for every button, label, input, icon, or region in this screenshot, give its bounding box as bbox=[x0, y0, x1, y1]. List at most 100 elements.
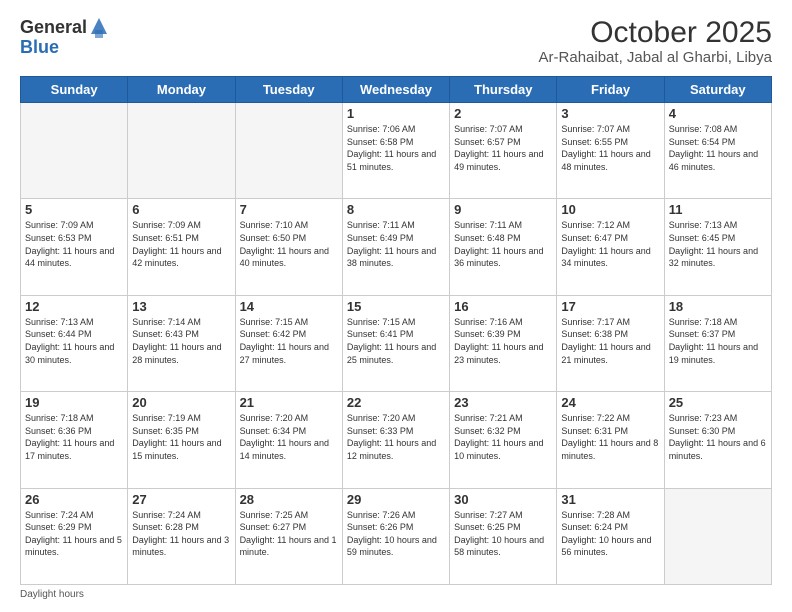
calendar-cell: 22 Sunrise: 7:20 AM Sunset: 6:33 PM Dayli… bbox=[342, 392, 449, 488]
col-friday: Friday bbox=[557, 77, 664, 103]
day-number: 16 bbox=[454, 299, 552, 314]
calendar-cell: 29Sunrise: 7:26 AM Sunset: 6:26 PM Dayli… bbox=[342, 488, 449, 584]
calendar-cell: 15Sunrise: 7:15 AM Sunset: 6:41 PM Dayli… bbox=[342, 295, 449, 391]
calendar-cell: 23Sunrise: 7:21 AM Sunset: 6:32 PM Dayli… bbox=[450, 392, 557, 488]
col-saturday: Saturday bbox=[664, 77, 771, 103]
calendar-week-1: 1 Sunrise: 7:06 AM Sunset: 6:58 PM Daylig… bbox=[21, 103, 772, 199]
calendar-cell: 9 Sunrise: 7:11 AM Sunset: 6:48 PM Daylig… bbox=[450, 199, 557, 295]
day-info: Sunrise: 7:06 AM Sunset: 6:58 PM Dayligh… bbox=[347, 123, 445, 173]
title-block: October 2025 Ar-Rahaibat, Jabal al Gharb… bbox=[539, 16, 772, 66]
day-info: Sunrise: 7:16 AM Sunset: 6:39 PM Dayligh… bbox=[454, 316, 552, 366]
day-number: 27 bbox=[132, 492, 230, 507]
page-title: October 2025 bbox=[539, 16, 772, 49]
calendar-cell: 31Sunrise: 7:28 AM Sunset: 6:24 PM Dayli… bbox=[557, 488, 664, 584]
day-info: Sunrise: 7:25 AM Sunset: 6:27 PM Dayligh… bbox=[240, 509, 338, 559]
calendar-cell: 20 Sunrise: 7:19 AM Sunset: 6:35 PM Dayli… bbox=[128, 392, 235, 488]
day-info: Sunrise: 7:22 AM Sunset: 6:31 PM Dayligh… bbox=[561, 412, 659, 462]
day-info: Sunrise: 7:23 AM Sunset: 6:30 PM Dayligh… bbox=[669, 412, 767, 462]
day-info: Sunrise: 7:18 AM Sunset: 6:36 PM Dayligh… bbox=[25, 412, 123, 462]
day-info: Sunrise: 7:09 AM Sunset: 6:53 PM Dayligh… bbox=[25, 219, 123, 269]
day-info: Sunrise: 7:18 AM Sunset: 6:37 PM Dayligh… bbox=[669, 316, 767, 366]
day-number: 7 bbox=[240, 202, 338, 217]
day-number: 3 bbox=[561, 106, 659, 121]
calendar-cell: 19 Sunrise: 7:18 AM Sunset: 6:36 PM Dayli… bbox=[21, 392, 128, 488]
day-number: 4 bbox=[669, 106, 767, 121]
calendar-cell: 2Sunrise: 7:07 AM Sunset: 6:57 PM Daylig… bbox=[450, 103, 557, 199]
col-tuesday: Tuesday bbox=[235, 77, 342, 103]
day-number: 9 bbox=[454, 202, 552, 217]
day-info: Sunrise: 7:12 AM Sunset: 6:47 PM Dayligh… bbox=[561, 219, 659, 269]
calendar-cell bbox=[235, 103, 342, 199]
day-number: 28 bbox=[240, 492, 338, 507]
day-info: Sunrise: 7:20 AM Sunset: 6:34 PM Dayligh… bbox=[240, 412, 338, 462]
logo-general-text: General bbox=[20, 18, 87, 36]
day-number: 20 bbox=[132, 395, 230, 410]
day-number: 15 bbox=[347, 299, 445, 314]
day-number: 13 bbox=[132, 299, 230, 314]
calendar-cell bbox=[664, 488, 771, 584]
day-info: Sunrise: 7:17 AM Sunset: 6:38 PM Dayligh… bbox=[561, 316, 659, 366]
day-info: Sunrise: 7:24 AM Sunset: 6:28 PM Dayligh… bbox=[132, 509, 230, 559]
day-number: 22 bbox=[347, 395, 445, 410]
day-info: Sunrise: 7:19 AM Sunset: 6:35 PM Dayligh… bbox=[132, 412, 230, 462]
calendar-cell bbox=[21, 103, 128, 199]
calendar-cell: 21 Sunrise: 7:20 AM Sunset: 6:34 PM Dayli… bbox=[235, 392, 342, 488]
calendar-cell: 18 Sunrise: 7:18 AM Sunset: 6:37 PM Dayli… bbox=[664, 295, 771, 391]
day-info: Sunrise: 7:27 AM Sunset: 6:25 PM Dayligh… bbox=[454, 509, 552, 559]
day-number: 21 bbox=[240, 395, 338, 410]
footer-note: Daylight hours bbox=[20, 589, 772, 600]
calendar-week-5: 26 Sunrise: 7:24 AM Sunset: 6:29 PM Dayli… bbox=[21, 488, 772, 584]
day-number: 26 bbox=[25, 492, 123, 507]
day-number: 24 bbox=[561, 395, 659, 410]
calendar-cell: 30 Sunrise: 7:27 AM Sunset: 6:25 PM Dayli… bbox=[450, 488, 557, 584]
logo-icon bbox=[89, 16, 109, 38]
day-number: 23 bbox=[454, 395, 552, 410]
calendar-cell: 26 Sunrise: 7:24 AM Sunset: 6:29 PM Dayli… bbox=[21, 488, 128, 584]
day-number: 30 bbox=[454, 492, 552, 507]
page: General Blue October 2025 Ar-Rahaibat, J… bbox=[0, 0, 792, 612]
calendar-cell: 8 Sunrise: 7:11 AM Sunset: 6:49 PM Daylig… bbox=[342, 199, 449, 295]
day-info: Sunrise: 7:09 AM Sunset: 6:51 PM Dayligh… bbox=[132, 219, 230, 269]
calendar-table: Sunday Monday Tuesday Wednesday Thursday… bbox=[20, 76, 772, 585]
logo-blue-text: Blue bbox=[20, 38, 59, 56]
day-number: 10 bbox=[561, 202, 659, 217]
calendar-cell: 16 Sunrise: 7:16 AM Sunset: 6:39 PM Dayli… bbox=[450, 295, 557, 391]
day-info: Sunrise: 7:14 AM Sunset: 6:43 PM Dayligh… bbox=[132, 316, 230, 366]
day-info: Sunrise: 7:11 AM Sunset: 6:48 PM Dayligh… bbox=[454, 219, 552, 269]
day-number: 5 bbox=[25, 202, 123, 217]
calendar-cell: 10 Sunrise: 7:12 AM Sunset: 6:47 PM Dayli… bbox=[557, 199, 664, 295]
day-info: Sunrise: 7:07 AM Sunset: 6:55 PM Dayligh… bbox=[561, 123, 659, 173]
day-info: Sunrise: 7:20 AM Sunset: 6:33 PM Dayligh… bbox=[347, 412, 445, 462]
calendar-cell: 7Sunrise: 7:10 AM Sunset: 6:50 PM Daylig… bbox=[235, 199, 342, 295]
day-number: 31 bbox=[561, 492, 659, 507]
calendar-cell: 6Sunrise: 7:09 AM Sunset: 6:51 PM Daylig… bbox=[128, 199, 235, 295]
day-number: 18 bbox=[669, 299, 767, 314]
page-subtitle: Ar-Rahaibat, Jabal al Gharbi, Libya bbox=[539, 49, 772, 66]
col-wednesday: Wednesday bbox=[342, 77, 449, 103]
day-info: Sunrise: 7:24 AM Sunset: 6:29 PM Dayligh… bbox=[25, 509, 123, 559]
calendar-week-4: 19 Sunrise: 7:18 AM Sunset: 6:36 PM Dayli… bbox=[21, 392, 772, 488]
day-info: Sunrise: 7:13 AM Sunset: 6:45 PM Dayligh… bbox=[669, 219, 767, 269]
calendar-week-3: 12Sunrise: 7:13 AM Sunset: 6:44 PM Dayli… bbox=[21, 295, 772, 391]
calendar-cell: 27 Sunrise: 7:24 AM Sunset: 6:28 PM Dayli… bbox=[128, 488, 235, 584]
calendar-cell: 4Sunrise: 7:08 AM Sunset: 6:54 PM Daylig… bbox=[664, 103, 771, 199]
day-info: Sunrise: 7:15 AM Sunset: 6:42 PM Dayligh… bbox=[240, 316, 338, 366]
calendar-cell bbox=[128, 103, 235, 199]
calendar-cell: 1 Sunrise: 7:06 AM Sunset: 6:58 PM Daylig… bbox=[342, 103, 449, 199]
day-info: Sunrise: 7:11 AM Sunset: 6:49 PM Dayligh… bbox=[347, 219, 445, 269]
calendar-header-row: Sunday Monday Tuesday Wednesday Thursday… bbox=[21, 77, 772, 103]
calendar-cell: 24 Sunrise: 7:22 AM Sunset: 6:31 PM Dayli… bbox=[557, 392, 664, 488]
day-number: 1 bbox=[347, 106, 445, 121]
col-monday: Monday bbox=[128, 77, 235, 103]
calendar-week-2: 5 Sunrise: 7:09 AM Sunset: 6:53 PM Daylig… bbox=[21, 199, 772, 295]
day-number: 19 bbox=[25, 395, 123, 410]
day-number: 17 bbox=[561, 299, 659, 314]
col-sunday: Sunday bbox=[21, 77, 128, 103]
day-number: 2 bbox=[454, 106, 552, 121]
col-thursday: Thursday bbox=[450, 77, 557, 103]
calendar-cell: 3 Sunrise: 7:07 AM Sunset: 6:55 PM Daylig… bbox=[557, 103, 664, 199]
logo: General Blue bbox=[20, 16, 109, 56]
calendar-cell: 5 Sunrise: 7:09 AM Sunset: 6:53 PM Daylig… bbox=[21, 199, 128, 295]
day-number: 8 bbox=[347, 202, 445, 217]
day-number: 25 bbox=[669, 395, 767, 410]
